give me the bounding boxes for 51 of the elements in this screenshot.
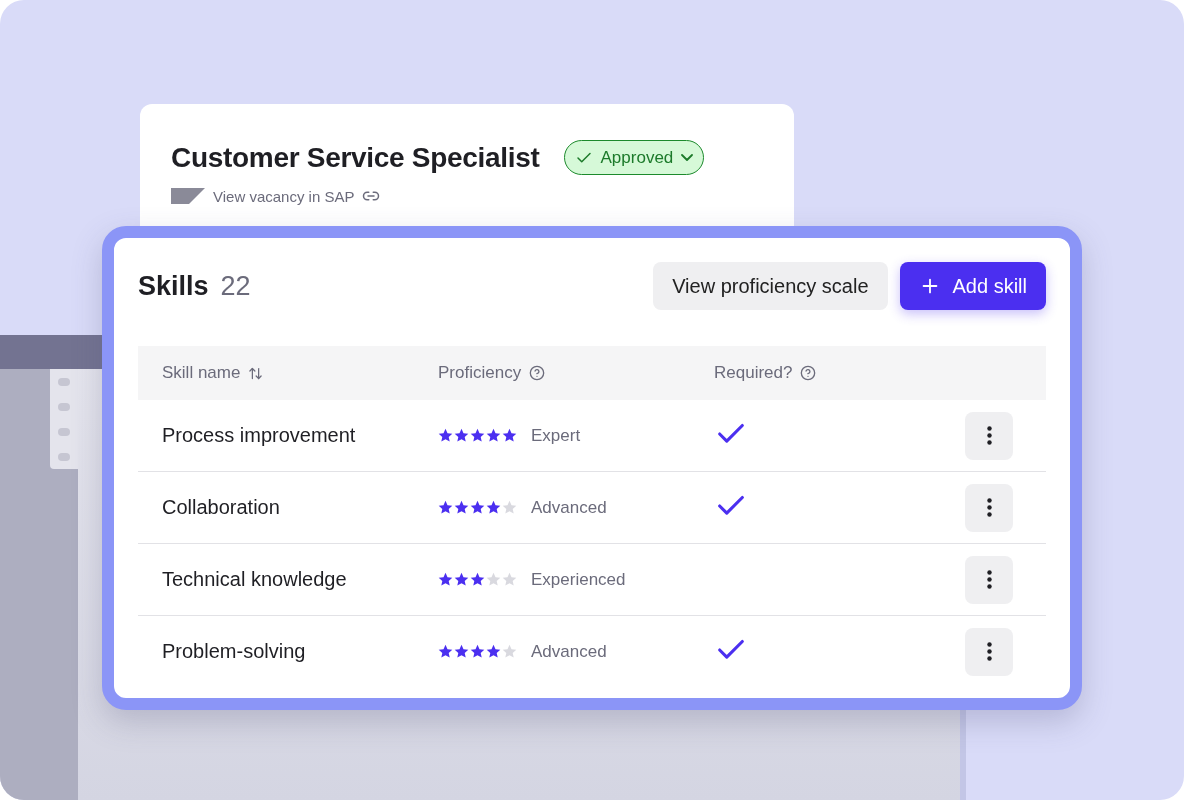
star-icon <box>438 572 453 587</box>
star-icon <box>502 428 517 443</box>
proficiency-label: Experienced <box>531 569 626 590</box>
star-icon <box>470 644 485 659</box>
proficiency-label: Expert <box>531 425 581 446</box>
help-icon[interactable] <box>529 365 546 381</box>
star-icon <box>438 644 453 659</box>
star-icon <box>454 500 469 515</box>
skills-count: 22 <box>220 270 251 302</box>
chevron-down-icon <box>681 154 694 161</box>
scale-button[interactable]: View proficiency scale <box>653 262 888 310</box>
skill-name: Problem-solving <box>162 640 307 663</box>
more-icon <box>986 498 992 517</box>
more-button[interactable] <box>965 627 1013 676</box>
column-header: Required? <box>714 363 793 383</box>
sort-icon[interactable] <box>248 365 264 381</box>
proficiency-label: Advanced <box>531 497 607 518</box>
star-icon <box>502 572 517 587</box>
proficiency-label: Advanced <box>531 641 607 662</box>
help-icon[interactable] <box>800 365 817 381</box>
more-button[interactable] <box>965 483 1013 532</box>
star-icon <box>470 572 485 587</box>
skill-name: Collaboration <box>162 496 281 519</box>
star-icon <box>438 500 453 515</box>
star-icon <box>470 428 485 443</box>
star-icon <box>486 572 501 587</box>
column-header: Skill name <box>162 363 241 383</box>
star-icon <box>470 500 485 515</box>
star-icon <box>486 644 501 659</box>
more-icon <box>986 570 992 589</box>
star-icon <box>438 428 453 443</box>
skills-title: Skills <box>138 270 209 302</box>
skill-name: Process improvement <box>162 424 357 447</box>
more-button[interactable] <box>965 411 1013 460</box>
status-dropdown[interactable]: Approved <box>563 140 705 175</box>
more-button[interactable] <box>965 555 1013 604</box>
add-button[interactable]: Add skill <box>899 262 1046 310</box>
star-icon <box>502 500 517 515</box>
star-icon <box>454 572 469 587</box>
star-icon <box>486 428 501 443</box>
skill-name: Technical knowledge <box>162 568 348 591</box>
more-icon <box>986 642 992 661</box>
star-icon <box>454 428 469 443</box>
more-icon <box>986 426 992 445</box>
logo-icon <box>171 188 205 204</box>
vacancy-title: Customer Service Specialist <box>171 141 540 174</box>
star-icon <box>502 644 517 659</box>
star-icon <box>454 644 469 659</box>
column-header: Proficiency <box>438 363 522 383</box>
vacancy-link[interactable]: View vacancy in SAP <box>213 187 355 205</box>
star-icon <box>486 500 501 515</box>
